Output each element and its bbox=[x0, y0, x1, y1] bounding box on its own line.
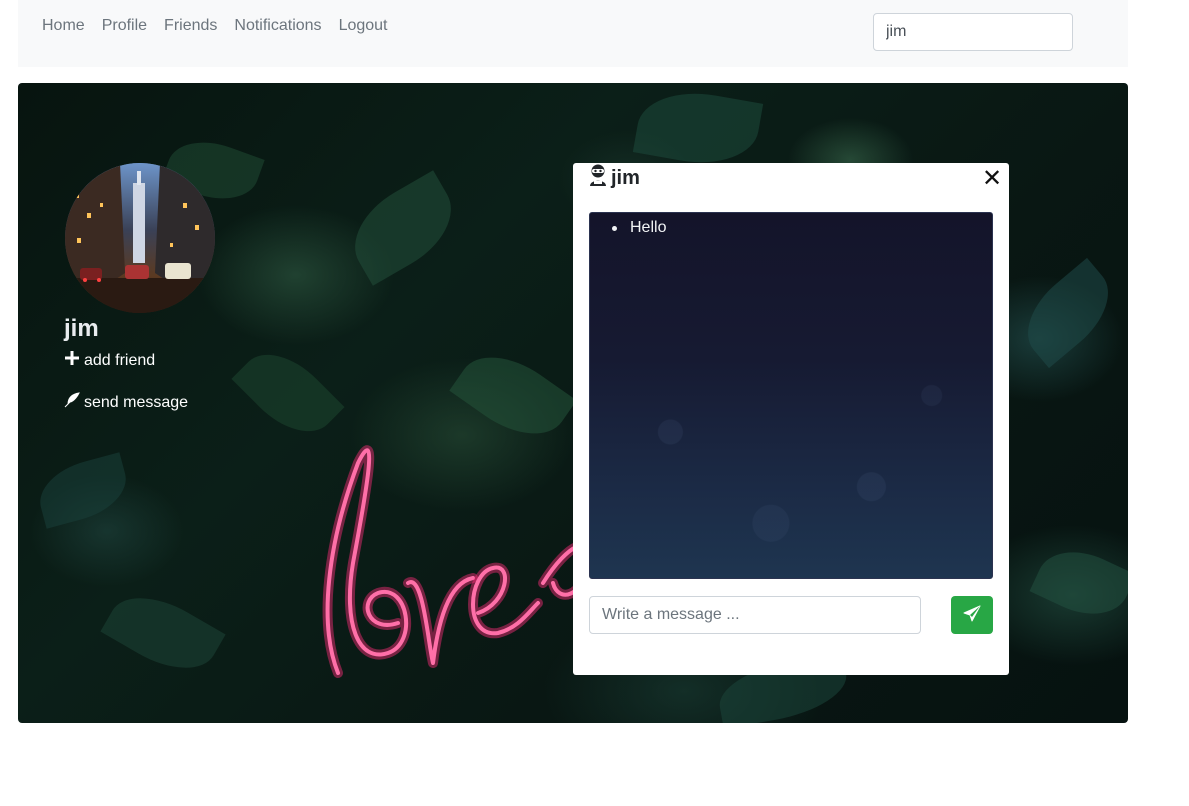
nav-link-friends[interactable]: Friends bbox=[164, 17, 217, 35]
add-friend-label: add friend bbox=[84, 351, 156, 369]
nav-link-home[interactable]: Home bbox=[42, 17, 85, 35]
message-input[interactable] bbox=[589, 596, 921, 634]
foliage-decoration bbox=[32, 452, 134, 529]
add-friend-link[interactable]: add friend bbox=[64, 351, 155, 370]
nav-link-notifications[interactable]: Notifications bbox=[234, 17, 321, 35]
user-ninja-icon bbox=[588, 164, 608, 192]
profile-avatar bbox=[65, 163, 215, 313]
nav-link-profile[interactable]: Profile bbox=[102, 17, 147, 35]
send-message-label: send message bbox=[84, 393, 189, 411]
close-icon[interactable]: ✕ bbox=[981, 165, 1003, 192]
nav-links: Home Profile Friends Notifications Logou… bbox=[42, 17, 405, 35]
foliage-decoration bbox=[337, 170, 469, 286]
chat-header: jim bbox=[588, 164, 640, 192]
plus-icon bbox=[64, 351, 80, 370]
profile-name: jim bbox=[64, 315, 99, 342]
send-button[interactable] bbox=[951, 596, 993, 634]
chat-window: jim ✕ Hello bbox=[573, 163, 1009, 675]
chat-title: jim bbox=[611, 166, 640, 189]
foliage-decoration bbox=[1029, 536, 1128, 630]
foliage-decoration bbox=[632, 83, 764, 173]
avatar-city-image bbox=[65, 163, 215, 313]
top-navbar: Home Profile Friends Notifications Logou… bbox=[18, 0, 1128, 67]
send-message-link[interactable]: send message bbox=[64, 392, 188, 413]
nav-link-logout[interactable]: Logout bbox=[339, 17, 388, 35]
message-item: Hello bbox=[612, 218, 992, 238]
paper-plane-icon bbox=[963, 605, 981, 626]
search-input[interactable] bbox=[873, 13, 1073, 51]
neon-sign-graphic bbox=[322, 445, 594, 678]
message-list: Hello bbox=[590, 213, 992, 238]
foliage-decoration bbox=[100, 579, 226, 687]
feather-icon bbox=[64, 392, 80, 413]
foliage-decoration bbox=[1010, 257, 1126, 369]
chat-message-area[interactable]: Hello bbox=[589, 212, 993, 579]
